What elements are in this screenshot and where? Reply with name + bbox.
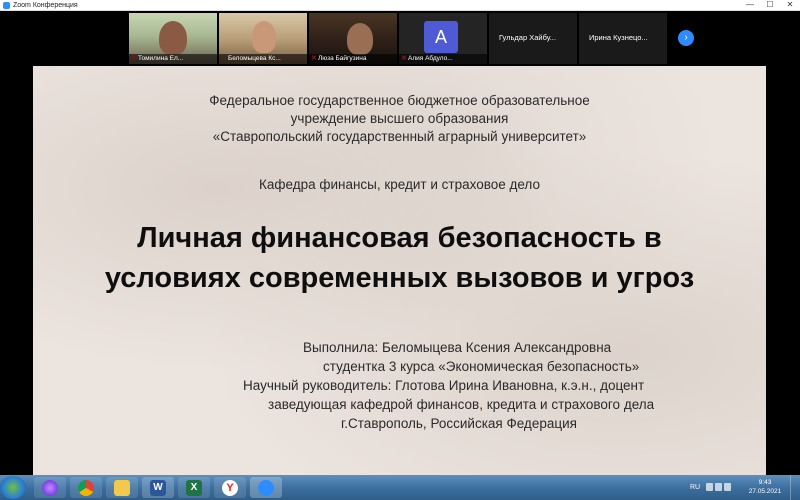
participant-name: Томилина Ел... <box>129 54 217 64</box>
author-info-line: Научный руководитель: Глотова Ирина Иван… <box>243 378 645 393</box>
excel-icon[interactable]: X <box>178 477 210 498</box>
clock-date: 27.05.2021 <box>748 488 782 495</box>
participant-tile[interactable]: ✖ Томилина Ел... <box>129 13 217 64</box>
avatar: A <box>424 21 458 53</box>
shared-slide: Федеральное государственное бюджетное об… <box>33 66 766 475</box>
minimize-button[interactable]: — <box>742 0 758 11</box>
file-explorer-icon[interactable] <box>106 477 138 498</box>
participant-tile[interactable]: Беломыцева Кс... <box>219 13 307 64</box>
author-info-line: студентка 3 курса «Экономическая безопас… <box>323 359 640 374</box>
participant-name: Беломыцева Кс... <box>219 54 307 64</box>
participant-name: Алия Абдуло... <box>399 54 487 64</box>
system-tray-icons[interactable] <box>706 483 742 493</box>
author-info-line: Выполнила: Беломыцева Ксения Александров… <box>303 340 612 355</box>
participant-name: Ирина Кузнецо... <box>589 33 648 42</box>
slide-title: условиях современных вызовов и угроз <box>104 262 695 294</box>
participant-name: Гульдар Хайбу... <box>499 33 556 42</box>
taskbar: W X Y RU 9:43 27.05.2021 <box>0 475 800 500</box>
author-info-line: г.Ставрополь, Российская Федерация <box>341 416 577 431</box>
window-titlebar: Zoom Конференция — ☐ ✕ <box>0 0 800 11</box>
participant-video <box>252 21 276 53</box>
institution-line: учреждение высшего образования <box>290 111 509 126</box>
chrome-icon[interactable] <box>70 477 102 498</box>
participant-tile[interactable]: Гульдар Хайбу... <box>489 13 577 64</box>
participant-tile[interactable]: Ирина Кузнецо... <box>579 13 667 64</box>
participant-video <box>159 21 187 55</box>
next-page-button[interactable]: › <box>678 30 694 46</box>
participant-name: Люза Байгузина <box>309 54 397 64</box>
zoom-icon[interactable] <box>250 477 282 498</box>
clock[interactable]: 9:43 27.05.2021 <box>748 478 782 500</box>
participant-tile[interactable]: A ✖ Алия Абдуло... <box>399 13 487 64</box>
language-indicator[interactable]: RU <box>690 475 700 500</box>
institution-line: Федеральное государственное бюджетное об… <box>209 93 590 108</box>
department: Кафедра финансы, кредит и страховое дело <box>259 177 540 192</box>
alice-icon[interactable] <box>34 477 66 498</box>
slide-title: Личная финансовая безопасность в <box>137 222 662 254</box>
show-desktop-button[interactable] <box>790 475 800 500</box>
maximize-button[interactable]: ☐ <box>762 0 778 11</box>
clock-time: 9:43 <box>758 479 772 486</box>
zoom-app-icon <box>3 2 10 9</box>
participant-tile[interactable]: ✖ Люза Байгузина <box>309 13 397 64</box>
yandex-browser-icon[interactable]: Y <box>214 477 246 498</box>
author-info-line: заведующая кафедрой финансов, кредита и … <box>268 397 655 412</box>
window-title: Zoom Конференция <box>13 2 78 9</box>
word-icon[interactable]: W <box>142 477 174 498</box>
participant-strip: ✖ Томилина Ел... Беломыцева Кс... ✖ Люза… <box>0 11 800 66</box>
participant-video <box>347 23 373 55</box>
institution-line: «Ставропольский государственный аграрный… <box>212 129 587 144</box>
close-button[interactable]: ✕ <box>782 0 798 11</box>
start-icon[interactable] <box>0 476 26 499</box>
